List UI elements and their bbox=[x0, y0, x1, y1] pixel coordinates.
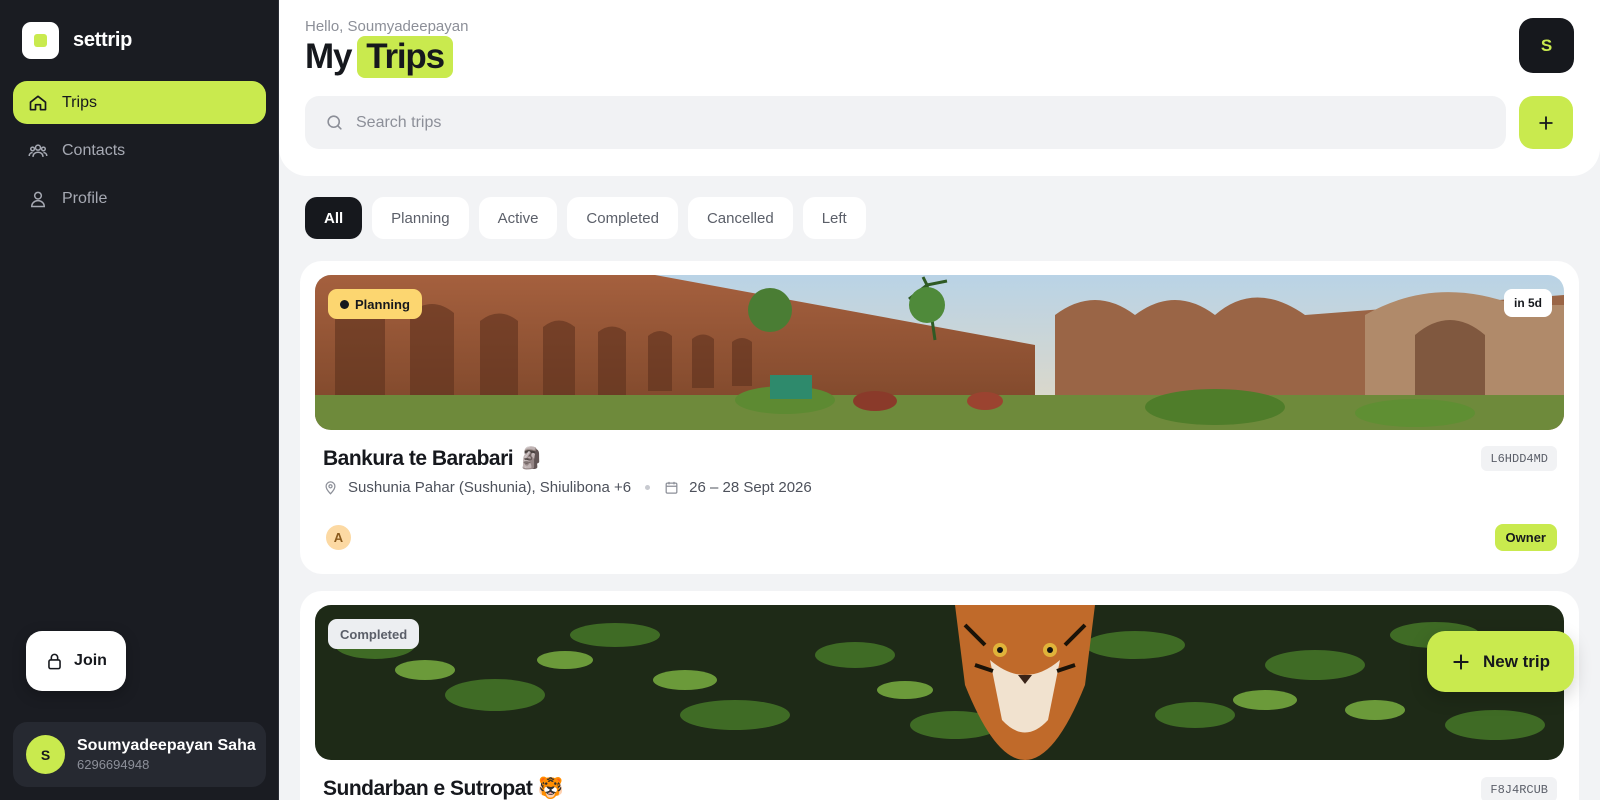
add-trip-button[interactable] bbox=[1519, 96, 1573, 149]
brand[interactable]: settrip bbox=[22, 22, 132, 59]
location-pin-icon bbox=[325, 481, 336, 495]
avatar: S bbox=[26, 735, 65, 774]
new-trip-button[interactable]: New trip bbox=[1427, 631, 1574, 692]
member-avatar: A bbox=[324, 523, 353, 552]
trip-places: Sushunia Pahar (Sushunia), Shiulibona +6 bbox=[348, 479, 632, 496]
filter-chip-cancelled[interactable]: Cancelled bbox=[687, 197, 793, 239]
status-badge: Planning bbox=[328, 289, 422, 319]
search-bar bbox=[305, 96, 1506, 149]
user-info: Soumyadeepayan Saha 6296694948 bbox=[77, 737, 256, 772]
sidebar-item-trips[interactable]: Trips bbox=[13, 81, 266, 124]
sidebar-item-label: Contacts bbox=[62, 141, 126, 159]
trip-dates: 26 – 28 Sept 2026 bbox=[689, 479, 812, 496]
join-label: Join bbox=[74, 652, 107, 669]
sidebar: settrip Trips Contacts Profile Join S So… bbox=[0, 0, 279, 800]
greeting: Hello, Soumyadeepayan bbox=[305, 18, 469, 35]
trip-title: Sundarban e Sutropat 🐯 bbox=[323, 777, 564, 800]
plus-icon bbox=[1539, 115, 1553, 130]
countdown-badge: in 5d bbox=[1503, 289, 1552, 317]
role-badge: Owner bbox=[1494, 524, 1557, 551]
brand-name: settrip bbox=[73, 29, 133, 51]
page-title-prefix: My bbox=[305, 37, 352, 76]
page-title-highlight: Trips bbox=[357, 36, 453, 78]
status-dot bbox=[340, 299, 349, 309]
new-trip-label: New trip bbox=[1482, 651, 1551, 671]
search-input[interactable] bbox=[356, 113, 1456, 132]
status-label: Planning bbox=[355, 296, 410, 312]
user-phone: 6296694948 bbox=[77, 757, 150, 772]
filter-chip-left[interactable]: Left bbox=[802, 197, 866, 239]
lock-icon bbox=[48, 653, 61, 669]
trip-card[interactable]: Planning in 5d Bankura te Barabari 🗿 L6H… bbox=[300, 261, 1579, 574]
filter-chip-active[interactable]: Active bbox=[478, 197, 558, 239]
sidebar-nav: Trips Contacts Profile bbox=[13, 81, 266, 225]
trip-cover-image: Completed bbox=[315, 605, 1564, 760]
search-icon bbox=[327, 115, 342, 130]
page-title: My Trips bbox=[305, 36, 453, 78]
users-icon bbox=[28, 143, 48, 157]
sidebar-item-profile[interactable]: Profile bbox=[13, 177, 266, 220]
trip-card[interactable]: Completed Sundarban e Sutropat 🐯 F8J4RCU… bbox=[300, 591, 1579, 800]
status-badge: Completed bbox=[328, 619, 420, 649]
logo-icon bbox=[22, 22, 59, 59]
user-icon bbox=[30, 191, 46, 207]
status-filters: All Planning Active Completed Cancelled … bbox=[305, 197, 866, 239]
calendar-icon bbox=[665, 481, 678, 494]
user-card[interactable]: S Soumyadeepayan Saha 6296694948 bbox=[13, 722, 266, 787]
trip-code[interactable]: F8J4RCUB bbox=[1481, 777, 1557, 800]
filter-chip-completed[interactable]: Completed bbox=[567, 197, 678, 239]
sidebar-item-contacts[interactable]: Contacts bbox=[13, 129, 266, 172]
filter-chip-all[interactable]: All bbox=[305, 197, 363, 239]
sidebar-item-label: Trips bbox=[62, 93, 97, 111]
trip-cover-image: Planning in 5d bbox=[315, 275, 1564, 430]
meta-separator bbox=[645, 485, 651, 490]
plus-icon bbox=[1453, 653, 1469, 670]
user-name: Soumyadeepayan Saha bbox=[77, 737, 256, 754]
header: Hello, Soumyadeepayan My Trips S bbox=[279, 0, 1600, 176]
join-button[interactable]: Join bbox=[26, 631, 126, 691]
sidebar-item-label: Profile bbox=[62, 189, 108, 207]
profile-avatar-button[interactable]: S bbox=[1519, 18, 1574, 73]
home-icon bbox=[29, 95, 47, 110]
trip-meta: Sushunia Pahar (Sushunia), Shiulibona +6… bbox=[323, 479, 812, 496]
trip-code[interactable]: L6HDD4MD bbox=[1481, 446, 1557, 471]
trip-title: Bankura te Barabari 🗿 bbox=[323, 447, 545, 470]
filter-chip-planning[interactable]: Planning bbox=[372, 197, 469, 239]
